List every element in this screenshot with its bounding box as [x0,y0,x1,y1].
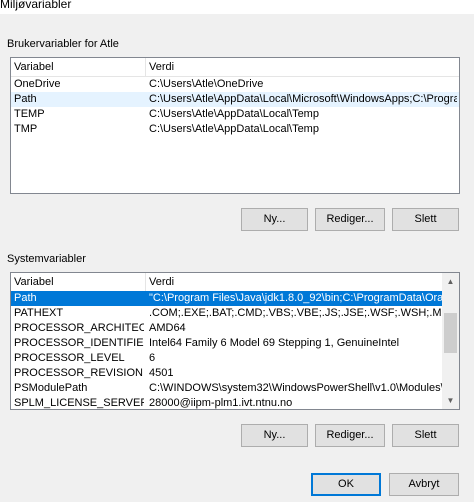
user-edit-button[interactable]: Rediger... [315,208,385,231]
variable-name: PROCESSOR_REVISION [14,367,143,379]
system-variable-row[interactable]: PROCESSOR_REVISION 4501 [11,366,442,381]
system-delete-button[interactable]: Slett [392,424,459,447]
system-variable-row[interactable]: PATHEXT .COM;.EXE;.BAT;.CMD;.VBS;.VBE;.J… [11,306,442,321]
variable-name: PROCESSOR_LEVEL [14,352,125,364]
column-header-value[interactable]: Verdi [145,58,174,76]
variable-value: 6 [149,352,156,364]
variable-value: C:\Users\Atle\AppData\Local\Temp [149,123,319,135]
user-variables-label: Brukervariabler for Atle [7,38,119,50]
variable-value: C:\Users\Atle\AppData\Local\Temp [149,108,319,120]
system-variable-row[interactable]: PROCESSOR_LEVEL 6 [11,351,442,366]
system-variables-list[interactable]: Variabel Verdi Path "C:\Program Files\Ja… [10,272,460,410]
variable-value: "C:\Program Files\Java\jdk1.8.0_92\bin;C… [149,292,442,304]
system-variables-label: Systemvariabler [7,253,86,265]
column-header-value[interactable]: Verdi [145,273,174,291]
cancel-button[interactable]: Avbryt [389,473,459,496]
variable-name: Path [14,292,37,304]
variable-name: PATHEXT [14,307,64,319]
user-variables-list[interactable]: Variabel Verdi OneDrive C:\Users\Atle\On… [10,57,460,194]
user-variable-row[interactable]: TEMP C:\Users\Atle\AppData\Local\Temp [11,107,459,122]
variable-name: Path [14,93,37,105]
system-variable-row[interactable]: PROCESSOR_IDENTIFIER Intel64 Family 6 Mo… [11,336,442,351]
user-list-header: Variabel Verdi [11,58,459,77]
variable-name: PROCESSOR_IDENTIFIER [14,337,144,349]
variable-value: C:\Users\Atle\AppData\Local\Microsoft\Wi… [149,93,457,105]
system-list-header: Variabel Verdi [11,273,442,292]
scrollbar-thumb[interactable] [444,313,457,353]
variable-value: 28000@iipm-plm1.ivt.ntnu.no [149,397,293,409]
variable-value: Intel64 Family 6 Model 69 Stepping 1, Ge… [149,337,400,349]
variable-value: C:\Users\Atle\OneDrive [149,78,264,90]
variable-name: PSModulePath [14,382,88,394]
system-variable-row[interactable]: PROCESSOR_ARCHITECTURE AMD64 [11,321,442,336]
ok-button[interactable]: OK [311,473,381,496]
variable-name: TMP [14,123,38,135]
user-variable-row[interactable]: TMP C:\Users\Atle\AppData\Local\Temp [11,122,459,137]
system-variable-row[interactable]: PSModulePath C:\WINDOWS\system32\Windows… [11,381,442,396]
variable-value: AMD64 [149,322,186,334]
system-edit-button[interactable]: Rediger... [315,424,385,447]
system-variable-row[interactable]: Path "C:\Program Files\Java\jdk1.8.0_92\… [11,291,442,306]
title-bar: Miljøvariabler [0,0,474,14]
scroll-up-icon[interactable]: ▲ [442,273,459,290]
user-new-button[interactable]: Ny... [241,208,308,231]
user-variable-row[interactable]: Path C:\Users\Atle\AppData\Local\Microso… [11,92,459,107]
system-new-button[interactable]: Ny... [241,424,308,447]
variable-name: TEMP [14,108,45,120]
variable-value: .COM;.EXE;.BAT;.CMD;.VBS;.VBE;.JS;.JSE;.… [149,307,442,319]
window-title: Miljøvariabler [0,0,72,11]
variable-name: OneDrive [14,78,61,90]
column-header-variable[interactable]: Variabel [14,58,54,76]
variable-name: SPLM_LICENSE_SERVER [14,397,144,409]
system-variable-row[interactable]: SPLM_LICENSE_SERVER 28000@iipm-plm1.ivt.… [11,396,442,409]
variable-value: 4501 [149,367,174,379]
user-variable-row[interactable]: OneDrive C:\Users\Atle\OneDrive [11,77,459,92]
system-list-scrollbar[interactable]: ▲ ▼ [442,273,459,409]
user-delete-button[interactable]: Slett [392,208,459,231]
variable-value: C:\WINDOWS\system32\WindowsPowerShell\v1… [149,382,442,394]
variable-name: PROCESSOR_ARCHITECTURE [14,322,144,334]
column-header-variable[interactable]: Variabel [14,273,54,291]
scroll-down-icon[interactable]: ▼ [442,392,459,409]
